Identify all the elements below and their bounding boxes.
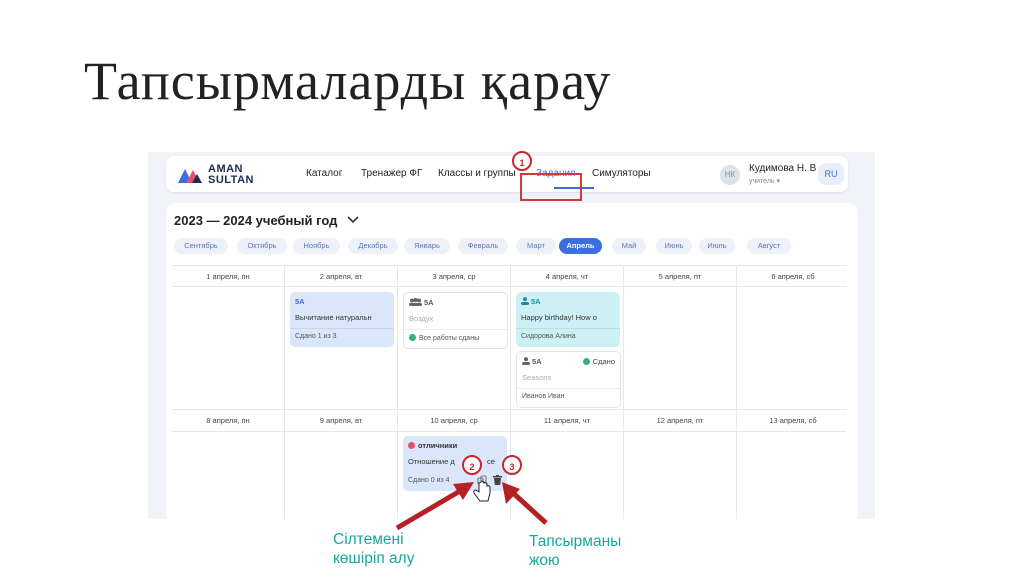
annotation-copy-link-line2: көшіріп алу (333, 550, 415, 567)
arrow-to-trash-icon (502, 482, 548, 525)
annotation-copy-link: Сілтемені көшіріп алу (333, 530, 414, 568)
annotation-delete-task-line1: Тапсырманы (529, 533, 622, 550)
annotation-arrows (395, 480, 548, 531)
annotation-copy-link-line1: Сілтемені (333, 531, 404, 548)
annotation-delete-task: Тапсырманы жою (529, 532, 621, 570)
annotation-delete-task-line2: жою (529, 552, 560, 569)
pointer-hand-icon (473, 480, 491, 502)
arrow-to-copy-icon (395, 482, 474, 531)
